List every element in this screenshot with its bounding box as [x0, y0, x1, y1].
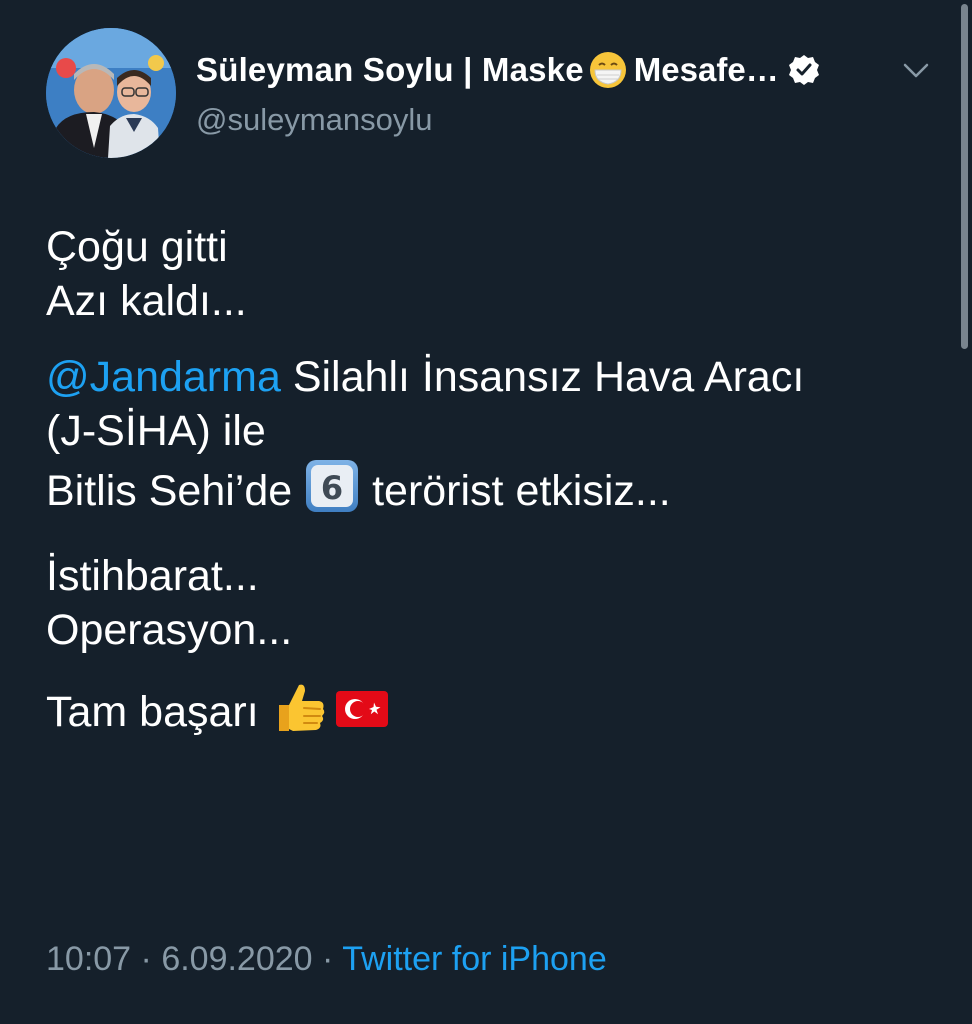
- text-line: İstihbarat...: [46, 552, 259, 600]
- tweet-time[interactable]: 10:07: [46, 940, 131, 978]
- tweet-date[interactable]: 6.09.2020: [161, 940, 312, 978]
- tweet-text: Çoğu gitti Azı kaldı... @Jandarma Silahl…: [46, 220, 936, 748]
- display-name-continued[interactable]: Mesafe…: [634, 51, 779, 89]
- text-line: @Jandarma Silahlı İnsansız Hava Aracı: [46, 350, 936, 404]
- meta-separator: ·: [312, 940, 343, 978]
- display-name-row[interactable]: Süleyman Soylu | Maske Mesafe…: [196, 50, 821, 90]
- text-line: Bitlis Sehi’de 6 terörist etkisiz...: [46, 458, 936, 527]
- avatar[interactable]: [46, 28, 176, 158]
- text-segment: Silahlı İnsansız Hava Aracı: [280, 353, 805, 401]
- text-segment: terörist etkisiz...: [360, 467, 671, 515]
- text-line: Çoğu gitti: [46, 223, 228, 271]
- turkey-flag-icon: [335, 687, 389, 741]
- keycap-6-icon: 6: [304, 458, 360, 527]
- tweet-detail: Süleyman Soylu | Maske Mesafe… @suleyman…: [0, 0, 972, 1024]
- meta-separator: ·: [131, 940, 162, 978]
- text-line: Tam başarı: [46, 679, 936, 748]
- tweet-paragraph: @Jandarma Silahlı İnsansız Hava Aracı (J…: [46, 350, 936, 527]
- text-segment: Tam başarı: [46, 688, 271, 736]
- tweet-source-link[interactable]: Twitter for iPhone: [342, 940, 607, 978]
- face-with-medical-mask-icon: [588, 50, 628, 90]
- chevron-down-icon[interactable]: [902, 56, 930, 84]
- user-handle[interactable]: @suleymansoylu: [196, 102, 433, 138]
- tweet-metadata: 10:07 · 6.09.2020 · Twitter for iPhone: [46, 940, 607, 979]
- tweet-paragraph: Tam başarı: [46, 679, 936, 748]
- text-line: Operasyon...: [46, 606, 293, 654]
- thumbs-up-icon: [271, 679, 327, 748]
- verified-badge-icon: [787, 53, 821, 87]
- text-line: Azı kaldı...: [46, 277, 247, 325]
- text-segment: Bitlis Sehi’de: [46, 467, 305, 515]
- tweet-paragraph: Çoğu gitti Azı kaldı...: [46, 220, 936, 328]
- keycap-digit: 6: [321, 469, 343, 507]
- display-name[interactable]: Süleyman Soylu | Maske: [196, 51, 584, 89]
- tweet-header: Süleyman Soylu | Maske Mesafe… @suleyman…: [46, 28, 936, 160]
- avatar-photo: [46, 28, 176, 158]
- scrollbar[interactable]: [961, 4, 968, 349]
- mention-link[interactable]: @Jandarma: [46, 353, 281, 401]
- tweet-paragraph: İstihbarat... Operasyon...: [46, 549, 936, 657]
- text-line: (J-SİHA) ile: [46, 407, 266, 455]
